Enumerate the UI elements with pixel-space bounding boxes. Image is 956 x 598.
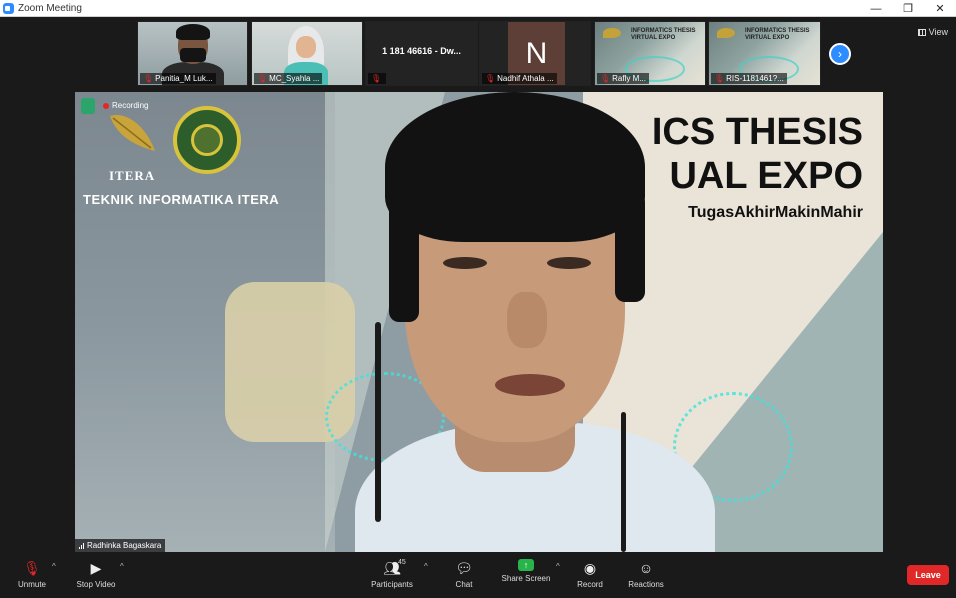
zoom-logo-icon bbox=[3, 2, 14, 14]
video-options-caret[interactable]: ^ bbox=[120, 562, 124, 571]
record-button[interactable]: ◉ Record bbox=[560, 559, 620, 590]
next-page-button[interactable]: › bbox=[829, 43, 851, 65]
muted-mic-icon: 🎙︎ bbox=[257, 74, 268, 83]
window-titlebar: Zoom Meeting — ❐ ✕ bbox=[0, 0, 956, 17]
reactions-icon: ☺︎ bbox=[638, 560, 654, 576]
participant-nameplate: 🎙︎ MC_Syahla ... bbox=[254, 73, 323, 84]
record-icon: ◉ bbox=[583, 559, 597, 576]
chevron-right-icon: › bbox=[838, 47, 842, 61]
stop-video-button[interactable]: ▶ Stop Video bbox=[66, 559, 126, 590]
participant-name: MC_Syahla ... bbox=[269, 74, 320, 83]
record-label: Record bbox=[577, 580, 603, 589]
badge-emblem bbox=[191, 124, 223, 156]
speaker-mouth bbox=[495, 374, 565, 396]
audio-options-caret[interactable]: ^ bbox=[52, 562, 56, 571]
meeting-toolbar: 🎙︎ Unmute ^ ▶ Stop Video ^ 👥︎ 45 Partici… bbox=[0, 556, 956, 598]
participant-thumbnail[interactable]: 🎙︎ MC_Syahla ... bbox=[251, 21, 363, 86]
itera-leaf-logo bbox=[110, 114, 155, 151]
muted-mic-icon: 🎙︎ bbox=[485, 74, 496, 83]
face-mask bbox=[180, 48, 206, 62]
reactions-button[interactable]: ☺︎ Reactions bbox=[616, 559, 676, 589]
program-name: TEKNIK INFORMATIKA ITERA bbox=[83, 192, 280, 207]
active-speaker-video: Recording ITERA TEKNIK INFORMATIKA ITERA… bbox=[75, 92, 883, 552]
muted-mic-icon: 🎙︎ bbox=[714, 74, 725, 83]
speaker-eye bbox=[443, 257, 487, 269]
participants-button[interactable]: 👥︎ 45 Participants bbox=[362, 559, 422, 589]
participant-thumbnail[interactable]: 1 181 46616 - Dw... 🎙︎ bbox=[365, 21, 478, 86]
participant-name: Panitia_M Luk... bbox=[155, 74, 213, 83]
participant-name-tile: 1 181 46616 - Dw... bbox=[382, 46, 461, 56]
chat-button[interactable]: 💬︎ Chat bbox=[434, 559, 494, 590]
participant-thumbnail[interactable]: INFORMATICS THESIS VIRTUAL EXPO 🎙︎ Rafly … bbox=[594, 21, 706, 86]
participant-nameplate: 🎙︎ Rafly M... bbox=[597, 73, 649, 84]
gallery-strip: 🎙︎ Panitia_M Luk... 🎙︎ MC_Syahla ... 1 181… bbox=[0, 18, 956, 89]
participant-thumbnail[interactable]: N 🎙︎ Nadhif Athala ... bbox=[479, 21, 591, 86]
participant-thumbnail[interactable]: INFORMATICS THESIS VIRTUAL EXPO 🎙︎ RIS-11… bbox=[708, 21, 821, 86]
speaker-name: Radhinka Bagaskara bbox=[87, 541, 162, 550]
reactions-label: Reactions bbox=[628, 580, 664, 589]
view-grid-icon bbox=[917, 28, 926, 36]
view-label: View bbox=[928, 27, 948, 37]
participant-nameplate: 🎙︎ Panitia_M Luk... bbox=[140, 73, 216, 84]
share-screen-icon: ↑ bbox=[518, 559, 534, 571]
participant-name: Nadhif Athala ... bbox=[497, 74, 554, 83]
share-screen-label: Share Screen bbox=[501, 574, 551, 583]
participants-label: Participants bbox=[371, 580, 413, 589]
muted-mic-icon: 🎙︎ bbox=[371, 74, 382, 83]
itera-leaf-logo bbox=[717, 28, 735, 38]
chat-label: Chat bbox=[455, 580, 473, 589]
participant-nameplate: 🎙︎ RIS-1181461?... bbox=[711, 73, 787, 84]
muted-mic-icon: 🎙︎ bbox=[23, 559, 41, 576]
speaker-hair bbox=[389, 192, 419, 322]
muted-mic-icon: 🎙︎ bbox=[600, 74, 611, 83]
university-badge-logo bbox=[173, 106, 241, 174]
chat-bubble-icon: 💬︎ bbox=[455, 559, 473, 576]
participant-nameplate: 🎙︎ bbox=[368, 73, 387, 84]
share-screen-button[interactable]: ↑ Share Screen bbox=[496, 559, 556, 583]
video-camera-icon: ▶ bbox=[90, 559, 102, 576]
speaker-figure bbox=[325, 92, 715, 552]
poster-title: INFORMATICS THESIS VIRTUAL EXPO bbox=[745, 28, 810, 41]
participant-hair bbox=[176, 24, 210, 40]
speaker-nameplate: Radhinka Bagaskara bbox=[75, 539, 166, 552]
participant-thumbnail[interactable]: 🎙︎ Panitia_M Luk... bbox=[137, 21, 248, 86]
participants-options-caret[interactable]: ^ bbox=[424, 562, 428, 571]
unmute-label: Unmute bbox=[17, 580, 46, 589]
minimize-button[interactable]: — bbox=[860, 0, 892, 17]
speaker-eye bbox=[547, 257, 591, 269]
window-controls: — ❐ ✕ bbox=[860, 0, 956, 17]
participant-nameplate: 🎙︎ Nadhif Athala ... bbox=[482, 73, 557, 84]
muted-mic-icon: 🎙︎ bbox=[143, 74, 154, 83]
speaker-hair bbox=[615, 192, 645, 302]
itera-wordmark: ITERA bbox=[109, 168, 156, 183]
security-shield-icon[interactable] bbox=[81, 98, 95, 114]
close-button[interactable]: ✕ bbox=[924, 0, 956, 17]
window-title: Zoom Meeting bbox=[18, 2, 82, 14]
itera-leaf-logo bbox=[603, 28, 621, 38]
signal-bars-icon bbox=[79, 542, 84, 549]
earphone-cable bbox=[621, 412, 626, 552]
poster-title: INFORMATICS THESIS VIRTUAL EXPO bbox=[631, 28, 696, 41]
leave-button[interactable]: Leave bbox=[907, 565, 949, 585]
view-button[interactable]: View bbox=[917, 27, 948, 37]
restore-button[interactable]: ❐ bbox=[892, 0, 924, 17]
speaker-nose bbox=[507, 292, 547, 348]
participant-face bbox=[296, 36, 316, 58]
participant-name: RIS-1181461?... bbox=[726, 74, 784, 83]
earphone-cable bbox=[375, 322, 381, 522]
participant-name: Rafly M... bbox=[612, 74, 646, 83]
participants-count: 45 bbox=[398, 559, 406, 566]
speaker-hair bbox=[385, 92, 645, 242]
stop-video-label: Stop Video bbox=[76, 580, 116, 589]
